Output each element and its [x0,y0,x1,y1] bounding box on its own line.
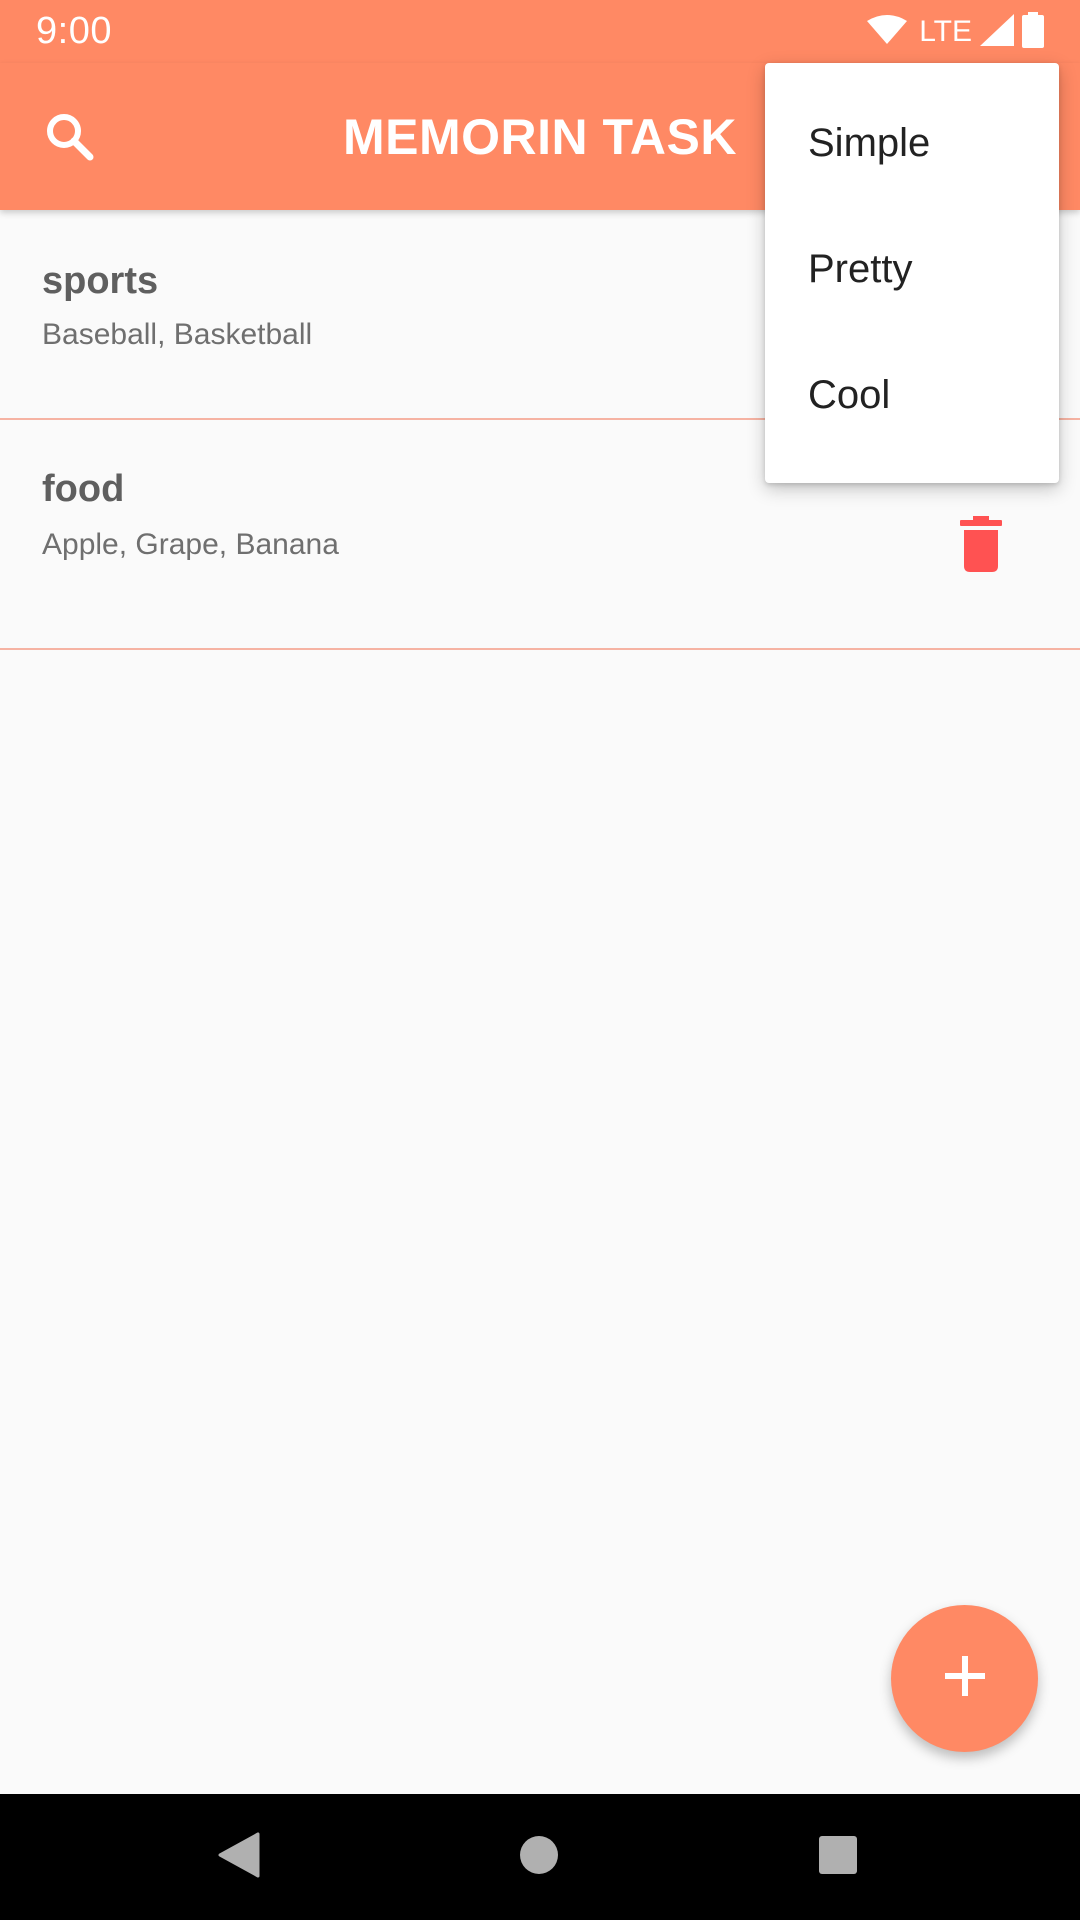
add-task-button[interactable] [891,1605,1038,1752]
delete-button[interactable] [958,516,1004,572]
status-bar: 9:00 LTE [0,0,1080,63]
system-nav-bar [0,1794,1080,1920]
back-icon [218,1832,260,1883]
plus-icon [943,1654,987,1703]
battery-icon [1022,11,1044,53]
overflow-menu: Simple Pretty Cool [765,63,1059,483]
network-type-label: LTE [919,15,972,48]
recents-icon [818,1835,858,1880]
task-items: Apple, Grape, Banana [42,528,339,561]
task-title: food [42,468,125,510]
status-icons: LTE [867,11,1044,53]
nav-back-button[interactable] [214,1832,264,1882]
home-icon [519,1835,559,1880]
task-title: sports [42,260,159,302]
wifi-icon [867,14,908,50]
menu-item-cool[interactable]: Cool [765,332,1059,458]
task-items: Baseball, Basketball [42,318,313,351]
nav-recents-button[interactable] [813,1832,863,1882]
menu-item-simple[interactable]: Simple [765,80,1059,206]
screen: 9:00 LTE MEMORIN TASK sports Baseball, B… [0,0,1080,1920]
nav-home-button[interactable] [514,1832,564,1882]
trash-icon [958,516,1004,576]
status-time: 9:00 [36,10,112,52]
menu-item-pretty[interactable]: Pretty [765,206,1059,332]
cell-signal-icon [980,13,1014,51]
